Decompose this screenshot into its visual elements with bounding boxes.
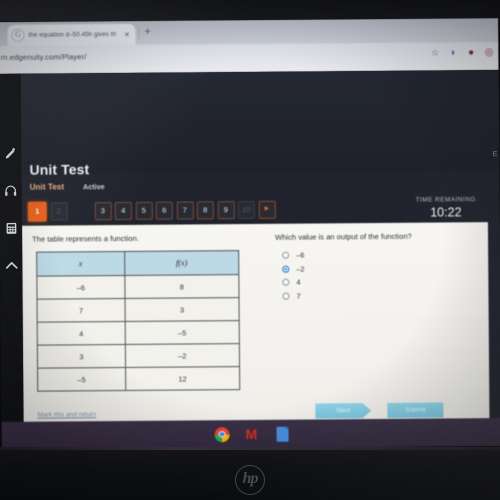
function-table: x f(x) –6 8 7 3 4 –5 3 –2 –5 12 bbox=[36, 250, 241, 392]
question-nav-button[interactable]: 5 bbox=[135, 201, 153, 220]
table-cell-x: 3 bbox=[37, 344, 126, 369]
table-header-row: x f(x) bbox=[36, 250, 239, 277]
question-nav-button[interactable]: 6 bbox=[155, 201, 173, 220]
answer-option-label: –6 bbox=[296, 250, 305, 260]
table-row: –5 12 bbox=[37, 366, 240, 392]
radio-button-icon[interactable] bbox=[282, 251, 290, 259]
answer-option[interactable]: 7 bbox=[275, 288, 475, 303]
taskbar: M bbox=[1, 418, 500, 450]
table-row: 7 3 bbox=[37, 297, 240, 323]
browser-chrome: G the equation d–50.45h gives th ✕ + rn.… bbox=[0, 18, 499, 74]
new-tab-button[interactable]: + bbox=[144, 26, 151, 38]
tab-separator bbox=[138, 27, 140, 39]
column-header-x: x bbox=[36, 251, 125, 277]
table-cell-fx: –5 bbox=[124, 320, 240, 345]
radio-button-icon[interactable] bbox=[282, 292, 290, 300]
close-icon[interactable]: ✕ bbox=[122, 30, 131, 38]
next-question-icon[interactable]: ▶ bbox=[258, 200, 276, 219]
radio-button-icon-selected[interactable] bbox=[282, 265, 290, 273]
profile-icon[interactable]: ◎ bbox=[484, 47, 495, 58]
edgenuity-app: Unit Test Unit Test Active E 1 2 3 4 5 6… bbox=[0, 70, 500, 450]
star-icon[interactable]: ☆ bbox=[430, 47, 441, 58]
question-nav-button[interactable]: 9 bbox=[217, 201, 235, 220]
highlighter-icon[interactable] bbox=[2, 146, 18, 162]
laptop-photo: G the equation d–50.45h gives th ✕ + rn.… bbox=[0, 0, 500, 500]
question-prompt: The table represents a function. bbox=[31, 233, 139, 244]
table-cell-fx: 8 bbox=[124, 274, 239, 299]
address-bar[interactable]: rn.edgenuity.com/Player/ bbox=[1, 52, 87, 62]
browser-toolbar-icons: ☆ ◗ ● ◎ bbox=[430, 47, 495, 59]
header-right-marker: E bbox=[492, 151, 498, 159]
chrome-icon[interactable] bbox=[214, 426, 230, 442]
radio-button-icon[interactable] bbox=[282, 278, 290, 286]
table-cell-fx: –2 bbox=[125, 343, 240, 368]
answer-panel: Which value is an output of the function… bbox=[275, 231, 476, 303]
status-badge: Active bbox=[83, 182, 105, 192]
assignment-name: Unit Test bbox=[29, 182, 65, 192]
question-text: Which value is an output of the function… bbox=[274, 231, 412, 242]
question-nav-button[interactable]: 3 bbox=[94, 202, 112, 221]
headphones-icon[interactable] bbox=[3, 183, 19, 199]
timer: TIME REMAINING 10:22 bbox=[398, 196, 494, 220]
app-header bbox=[20, 70, 500, 174]
question-nav: 1 2 3 4 5 6 7 8 9 10 ▶ bbox=[27, 200, 276, 222]
question-nav-button[interactable]: 7 bbox=[176, 201, 194, 220]
question-nav-button[interactable]: 8 bbox=[196, 201, 214, 220]
browser-tab-title: the equation d–50.45h gives th bbox=[28, 31, 117, 39]
laptop-screen: G the equation d–50.45h gives th ✕ + rn.… bbox=[0, 18, 500, 450]
question-nav-button[interactable]: 2 bbox=[50, 202, 68, 221]
browser-tab[interactable]: G the equation d–50.45h gives th ✕ bbox=[7, 23, 136, 46]
column-header-fx: f(x) bbox=[124, 250, 239, 276]
question-card: The table represents a function. x f(x) … bbox=[21, 222, 490, 438]
extension-icon[interactable]: ◗ bbox=[448, 47, 459, 58]
mark-this-and-return-link[interactable]: Mark this and return bbox=[37, 411, 96, 418]
answer-option-label: 7 bbox=[296, 291, 301, 301]
assignment-meta: Unit Test Active bbox=[30, 182, 105, 192]
question-nav-button[interactable]: 1 bbox=[27, 201, 47, 222]
tool-rail bbox=[0, 73, 24, 450]
answer-option-label: 4 bbox=[296, 277, 301, 287]
table-cell-fx: 12 bbox=[125, 366, 240, 391]
arrow-up-icon[interactable] bbox=[3, 257, 19, 273]
gmail-icon[interactable]: M bbox=[246, 425, 261, 441]
table-cell-x: 7 bbox=[37, 298, 125, 323]
timer-label: TIME REMAINING bbox=[415, 196, 476, 204]
table-cell-x: –6 bbox=[36, 275, 125, 300]
question-nav-button[interactable]: 10 bbox=[237, 200, 255, 220]
table-row: 3 –2 bbox=[37, 343, 240, 369]
calculator-icon[interactable] bbox=[3, 220, 19, 236]
table-cell-x: 4 bbox=[37, 321, 126, 346]
timer-value: 10:22 bbox=[430, 205, 462, 220]
table-cell-fx: 3 bbox=[124, 297, 240, 322]
google-docs-icon[interactable] bbox=[276, 426, 289, 442]
next-button[interactable]: Next bbox=[315, 403, 371, 418]
answer-option-label: –2 bbox=[296, 264, 305, 274]
extension-icon[interactable]: ● bbox=[466, 47, 477, 58]
table-cell-x: –5 bbox=[37, 367, 126, 392]
table-row: 4 –5 bbox=[37, 320, 240, 346]
hp-logo: hp bbox=[235, 465, 265, 495]
browser-toolbar: rn.edgenuity.com/Player/ ☆ ◗ ● ◎ bbox=[0, 42, 499, 74]
google-g-icon: G bbox=[11, 28, 25, 42]
table-row: –6 8 bbox=[36, 274, 239, 300]
submit-button[interactable]: Submit bbox=[387, 402, 444, 418]
page-title: Unit Test bbox=[29, 161, 90, 178]
question-nav-button[interactable]: 4 bbox=[114, 201, 132, 221]
